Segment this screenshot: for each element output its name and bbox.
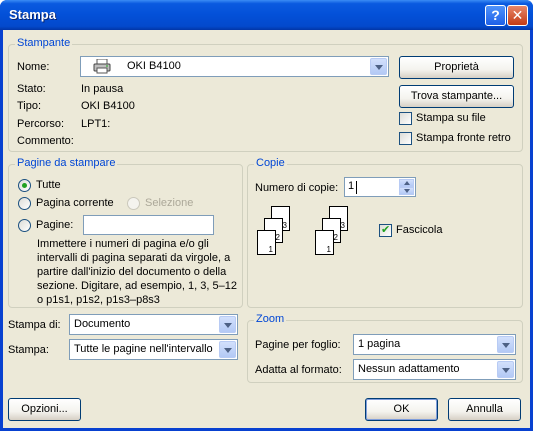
collate-checkbox[interactable] <box>379 223 392 237</box>
copies-group-label: Copie <box>254 157 287 169</box>
print-select[interactable]: Tutte le pagine nell'intervallo <box>69 339 238 360</box>
pages-per-sheet-label: Pagine per foglio: <box>255 339 341 351</box>
help-button[interactable]: ? <box>485 5 506 26</box>
chevron-down-icon[interactable] <box>497 336 514 353</box>
print-label: Stampa: <box>8 344 49 356</box>
duplex-label[interactable]: Stampa fronte retro <box>416 132 511 144</box>
spin-down-icon[interactable] <box>399 187 414 195</box>
print-what-label: Stampa di: <box>8 319 61 331</box>
cancel-button-label: Annulla <box>466 403 503 415</box>
page-range-label[interactable]: Pagine: <box>36 219 73 231</box>
cancel-button[interactable]: Annulla <box>448 398 521 421</box>
status-value: In pausa <box>81 83 124 95</box>
collate-label[interactable]: Fascicola <box>396 224 442 236</box>
pages-per-sheet-select[interactable]: 1 pagina <box>353 334 516 355</box>
type-value: OKI B4100 <box>81 100 135 112</box>
pages-per-sheet-value: 1 pagina <box>358 338 401 350</box>
dialog-title: Stampa <box>9 7 56 22</box>
close-button[interactable]: ✕ <box>507 5 528 26</box>
pages-group-label: Pagine da stampare <box>15 157 118 169</box>
copies-count-label: Numero di copie: <box>255 182 339 194</box>
selection-label: Selezione <box>145 197 194 209</box>
copies-spinner[interactable]: 1 <box>344 177 416 197</box>
options-button-label: Opzioni... <box>21 403 68 415</box>
collate-page-1b: 1 <box>315 230 334 255</box>
page-range-hint: Immettere i numeri di pagina e/o gli int… <box>37 238 237 306</box>
current-page-radio[interactable] <box>18 197 31 210</box>
chevron-down-icon[interactable] <box>219 341 236 358</box>
collate-page-1a: 1 <box>257 230 276 255</box>
ok-button[interactable]: OK <box>365 398 438 421</box>
duplex-checkbox[interactable] <box>399 132 412 145</box>
copies-spinner-buttons <box>399 179 414 195</box>
selection-radio <box>127 197 140 210</box>
copies-count-value: 1 <box>348 180 355 192</box>
print-to-file-checkbox[interactable] <box>399 112 412 125</box>
page-range-input[interactable] <box>83 215 214 235</box>
spin-up-icon[interactable] <box>399 179 414 187</box>
printer-name-label: Nome: <box>17 61 50 73</box>
path-value: LPT1: <box>81 118 111 130</box>
type-label: Tipo: <box>17 100 42 112</box>
chevron-down-icon[interactable] <box>219 316 236 333</box>
properties-button-label: Proprietà <box>434 61 479 73</box>
title-bar[interactable]: Stampa ? ✕ <box>0 0 533 30</box>
print-dialog: Stampa ? ✕ Stampante Nome: OKI B4100 Pro… <box>0 0 533 431</box>
ok-button-label: OK <box>393 403 410 415</box>
chevron-down-icon[interactable] <box>497 361 514 378</box>
printer-name-value: OKI B4100 <box>127 60 181 72</box>
print-what-value: Documento <box>74 318 131 330</box>
all-pages-radio[interactable] <box>18 179 31 192</box>
current-page-label[interactable]: Pagina corrente <box>36 197 114 209</box>
find-printer-button-label: Trova stampante... <box>410 90 503 102</box>
print-to-file-label[interactable]: Stampa su file <box>416 112 486 124</box>
scale-label: Adatta al formato: <box>255 364 342 376</box>
zoom-group-label: Zoom <box>254 313 287 325</box>
printer-name-select[interactable]: OKI B4100 <box>80 56 389 77</box>
all-pages-label[interactable]: Tutte <box>36 179 61 191</box>
dialog-body: Stampante Nome: OKI B4100 Proprietà Stat… <box>3 30 530 428</box>
find-printer-button[interactable]: Trova stampante... <box>399 85 514 108</box>
status-label: Stato: <box>17 83 46 95</box>
printer-group-label: Stampante <box>15 37 73 49</box>
collate-illustration: 3 2 1 3 2 1 <box>257 206 367 266</box>
scale-select[interactable]: Nessun adattamento <box>353 359 516 380</box>
printer-icon <box>93 58 111 74</box>
page-range-radio[interactable] <box>18 219 31 232</box>
options-button[interactable]: Opzioni... <box>8 398 81 421</box>
text-caret <box>356 181 357 194</box>
chevron-down-icon[interactable] <box>370 58 387 75</box>
comment-label: Commento: <box>17 135 74 147</box>
print-value: Tutte le pagine nell'intervallo <box>74 343 213 355</box>
properties-button[interactable]: Proprietà <box>399 56 514 79</box>
path-label: Percorso: <box>17 118 65 130</box>
print-what-select[interactable]: Documento <box>69 314 238 335</box>
scale-value: Nessun adattamento <box>358 363 460 375</box>
